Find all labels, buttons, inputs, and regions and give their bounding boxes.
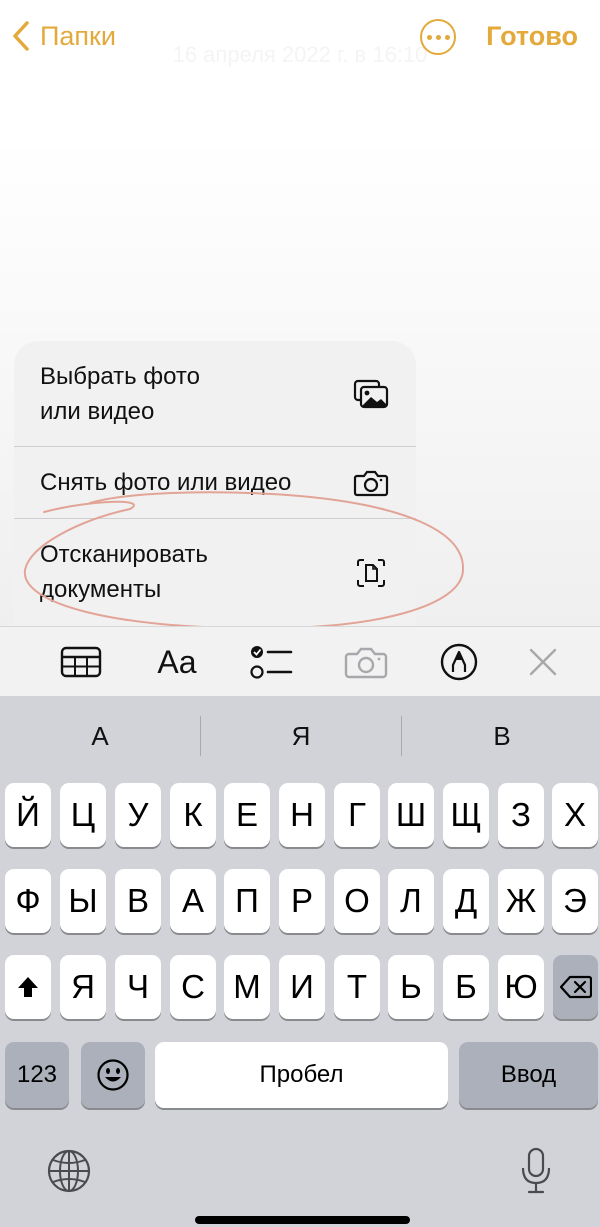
delete-key[interactable] [553,955,598,1019]
space-key[interactable]: Пробел [155,1042,448,1108]
suggestion[interactable]: Я [201,714,401,758]
key-letter[interactable]: Б [443,955,489,1019]
microphone-icon [521,1147,551,1194]
key-letter[interactable]: Р [279,869,325,933]
close-toolbar-button[interactable] [520,639,566,685]
back-button[interactable]: Папки [10,14,116,58]
key-letter[interactable]: П [224,869,270,933]
keyboard: А Я В Й Ц У К Е Н Г Ш Щ З Х Ф Ы В А П Р … [0,696,600,1227]
markup-pen-icon [440,643,478,681]
shift-key[interactable] [5,955,51,1019]
key-letter[interactable]: Й [5,783,51,847]
ellipsis-circle-icon [426,34,432,40]
key-letter[interactable]: Ж [498,869,544,933]
key-letter[interactable]: Е [224,783,270,847]
key-letter[interactable]: З [498,783,544,847]
menu-item-scan-documents[interactable]: Отсканировать документы [14,519,416,626]
menu-item-label: Выбрать фото или видео [40,363,200,425]
chevron-left-icon [13,21,29,51]
suggestion-bar: А Я В [0,696,600,774]
camera-icon [352,466,390,500]
globe-button[interactable] [46,1148,92,1194]
dictation-button[interactable] [518,1146,554,1196]
key-letter[interactable]: Ш [388,783,434,847]
key-letter[interactable]: К [170,783,216,847]
key-letter[interactable]: Ф [5,869,51,933]
globe-icon [47,1149,91,1193]
photo-library-icon [352,377,390,411]
key-letter[interactable]: М [224,955,270,1019]
close-icon [529,648,557,676]
key-letter[interactable]: Д [443,869,489,933]
key-letter[interactable]: Э [552,869,598,933]
table-button[interactable] [58,639,104,685]
menu-item-choose-photo[interactable]: Выбрать фото или видео [14,341,416,447]
camera-icon [344,647,388,679]
ellipsis-dot [435,34,441,40]
emoji-icon [97,1059,129,1091]
ellipsis-dot [444,34,450,40]
table-icon [60,646,102,678]
suggestion[interactable]: В [402,714,600,758]
menu-item-label: Снять фото или видео [40,469,292,496]
done-button[interactable]: Готово [486,18,578,54]
key-letter[interactable]: Щ [443,783,489,847]
emoji-key[interactable] [81,1042,145,1108]
suggestion[interactable]: А [0,714,200,758]
key-letter[interactable]: У [115,783,161,847]
key-letter[interactable]: Ы [60,869,106,933]
key-letter[interactable]: Ч [115,955,161,1019]
menu-item-take-photo[interactable]: Снять фото или видео [14,447,416,519]
more-button[interactable] [420,19,456,55]
key-letter[interactable]: О [334,869,380,933]
camera-button[interactable] [343,639,389,685]
menu-item-label: Отсканировать документы [40,541,208,603]
attachment-menu: Выбрать фото или видео Снять фото или ви… [14,341,416,626]
markup-button[interactable] [436,639,482,685]
key-letter[interactable]: В [115,869,161,933]
formatting-toolbar: Aa [0,626,600,696]
shift-icon [18,977,38,997]
key-letter[interactable]: Я [60,955,106,1019]
key-letter[interactable]: Ь [388,955,434,1019]
key-letter[interactable]: А [170,869,216,933]
key-letter[interactable]: Т [334,955,380,1019]
document-scan-icon [352,556,390,590]
key-letter[interactable]: Ю [498,955,544,1019]
home-indicator[interactable] [195,1216,410,1224]
key-letter[interactable]: Г [334,783,380,847]
key-letter[interactable]: С [170,955,216,1019]
key-letter[interactable]: Н [279,783,325,847]
checklist-button[interactable] [248,639,294,685]
return-key[interactable]: Ввод [459,1042,598,1108]
back-label: Папки [40,20,116,51]
key-letter[interactable]: И [279,955,325,1019]
format-button[interactable]: Aa [154,639,200,685]
key-letter[interactable]: Х [552,783,598,847]
numbers-key[interactable]: 123 [5,1042,69,1108]
key-letter[interactable]: Ц [60,783,106,847]
key-letter[interactable]: Л [388,869,434,933]
checklist-icon [250,646,293,679]
delete-backspace-icon [559,975,592,999]
